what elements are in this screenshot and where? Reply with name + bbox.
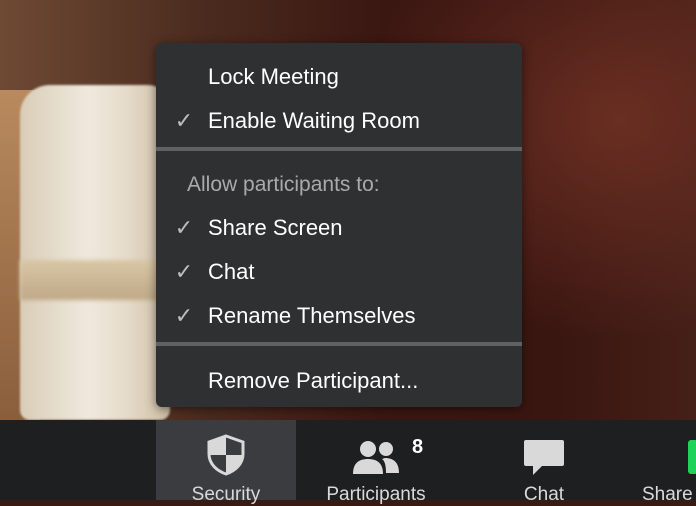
shield-icon bbox=[206, 434, 246, 481]
menu-item-label: Enable Waiting Room bbox=[208, 108, 420, 133]
checkmark-icon: ✓ bbox=[174, 303, 194, 328]
menu-item-chat[interactable]: ✓ Chat bbox=[156, 254, 522, 290]
menu-item-label: Remove Participant... bbox=[208, 368, 419, 393]
menu-item-rename-themselves[interactable]: ✓ Rename Themselves bbox=[156, 298, 522, 334]
meeting-toolbar: Security 8 Participants Chat Share Scree… bbox=[0, 420, 696, 505]
checkmark-icon: ✓ bbox=[174, 108, 194, 133]
menu-item-share-screen[interactable]: ✓ Share Screen bbox=[156, 210, 522, 246]
people-icon bbox=[351, 438, 401, 481]
checkmark-icon: ✓ bbox=[174, 215, 194, 240]
video-chair-band bbox=[20, 260, 170, 300]
menu-item-remove-participant[interactable]: Remove Participant... bbox=[156, 363, 522, 399]
menu-item-label: Chat bbox=[208, 259, 255, 284]
share-screen-button[interactable]: Share Screen bbox=[624, 420, 696, 500]
share-screen-label: Share Screen bbox=[642, 484, 696, 500]
menu-item-enable-waiting-room[interactable]: ✓ Enable Waiting Room bbox=[156, 103, 522, 139]
participant-count-badge: 8 bbox=[412, 436, 424, 458]
participants-label: Participants bbox=[326, 484, 426, 505]
menu-item-label: Rename Themselves bbox=[208, 303, 416, 328]
chat-bubble-icon bbox=[522, 438, 566, 483]
checkmark-icon: ✓ bbox=[174, 259, 194, 284]
menu-divider bbox=[156, 147, 522, 151]
chat-button[interactable]: Chat bbox=[474, 420, 614, 505]
participants-button[interactable]: 8 Participants bbox=[306, 420, 446, 505]
security-menu: Lock Meeting ✓ Enable Waiting Room Allow… bbox=[156, 43, 522, 407]
menu-section-header: Allow participants to: bbox=[187, 173, 380, 196]
share-screen-icon[interactable] bbox=[688, 440, 696, 474]
menu-item-label: Lock Meeting bbox=[208, 64, 339, 89]
security-label: Security bbox=[191, 484, 261, 505]
security-button[interactable]: Security bbox=[156, 420, 296, 505]
video-chair bbox=[20, 85, 170, 420]
menu-item-lock-meeting[interactable]: Lock Meeting bbox=[156, 59, 522, 95]
menu-divider bbox=[156, 342, 522, 346]
menu-item-label: Share Screen bbox=[208, 215, 343, 240]
chat-label: Chat bbox=[523, 484, 565, 505]
